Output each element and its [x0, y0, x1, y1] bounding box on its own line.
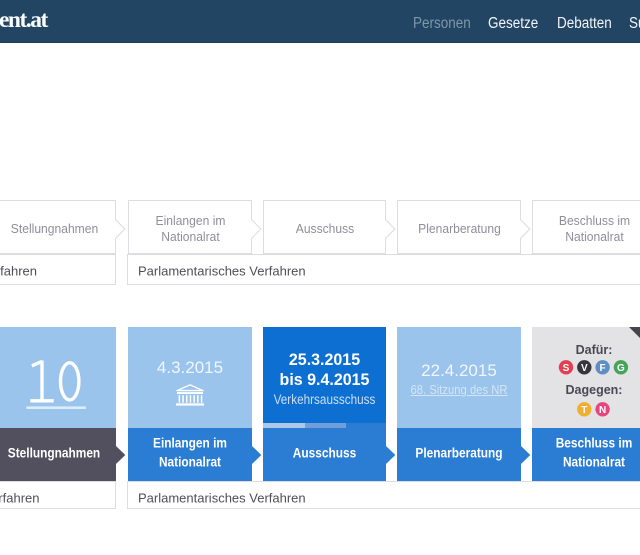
svg-text:F: F [600, 363, 606, 374]
svg-text:V: V [581, 363, 588, 374]
svg-text:T: T [581, 405, 587, 416]
svg-text:N: N [599, 405, 606, 416]
svg-text:G: G [617, 363, 625, 374]
svg-text:S: S [563, 363, 570, 374]
